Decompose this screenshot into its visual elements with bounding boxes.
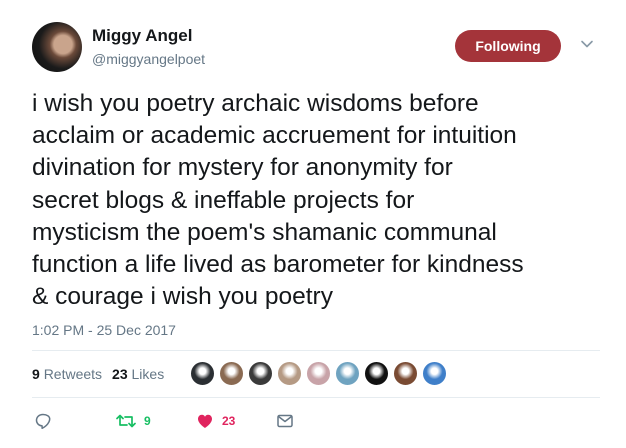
like-button[interactable]: 23 <box>196 411 235 431</box>
liker-avatar-6[interactable] <box>335 361 360 386</box>
likes-label: Likes <box>131 366 165 382</box>
envelope-icon <box>277 414 293 428</box>
tweet-text: i wish you poetry archaic wisdoms before… <box>32 90 524 311</box>
author-display-name[interactable]: Miggy Angel <box>92 26 205 46</box>
tweet-stats: 9 Retweets 23 Likes <box>32 361 174 387</box>
reply-button[interactable] <box>34 411 52 431</box>
retweets-stat[interactable]: 9 Retweets <box>32 366 102 382</box>
retweets-label: Retweets <box>43 366 103 382</box>
liker-avatar-5[interactable] <box>306 361 331 386</box>
heart-icon <box>198 414 212 428</box>
author-avatar[interactable] <box>32 22 82 72</box>
author-info[interactable]: Miggy Angel @miggyangelpoet <box>92 26 205 67</box>
liker-avatar-1[interactable] <box>190 361 215 386</box>
liker-avatars <box>190 361 451 386</box>
liker-avatar-9[interactable] <box>422 361 447 386</box>
reply-icon <box>35 413 51 430</box>
tweet-header: Miggy Angel @miggyangelpoet Following <box>32 22 602 74</box>
liker-avatar-3[interactable] <box>248 361 273 386</box>
liker-avatar-7[interactable] <box>364 361 389 386</box>
liker-avatar-4[interactable] <box>277 361 302 386</box>
retweet-icon <box>116 414 136 428</box>
likes-stat[interactable]: 23 Likes <box>112 366 164 382</box>
likes-count: 23 <box>112 366 128 382</box>
like-count: 23 <box>222 414 236 428</box>
divider <box>32 397 600 398</box>
retweet-count: 9 <box>144 414 151 428</box>
liker-avatar-8[interactable] <box>393 361 418 386</box>
divider <box>32 350 600 351</box>
retweets-count: 9 <box>32 366 40 382</box>
author-handle[interactable]: @miggyangelpoet <box>92 51 205 67</box>
direct-message-button[interactable] <box>276 411 294 431</box>
chevron-down-icon[interactable] <box>579 36 595 52</box>
liker-avatar-2[interactable] <box>219 361 244 386</box>
tweet-timestamp[interactable]: 1:02 PM - 25 Dec 2017 <box>32 322 176 338</box>
retweet-button[interactable]: 9 <box>116 411 151 431</box>
following-button[interactable]: Following <box>455 30 561 62</box>
